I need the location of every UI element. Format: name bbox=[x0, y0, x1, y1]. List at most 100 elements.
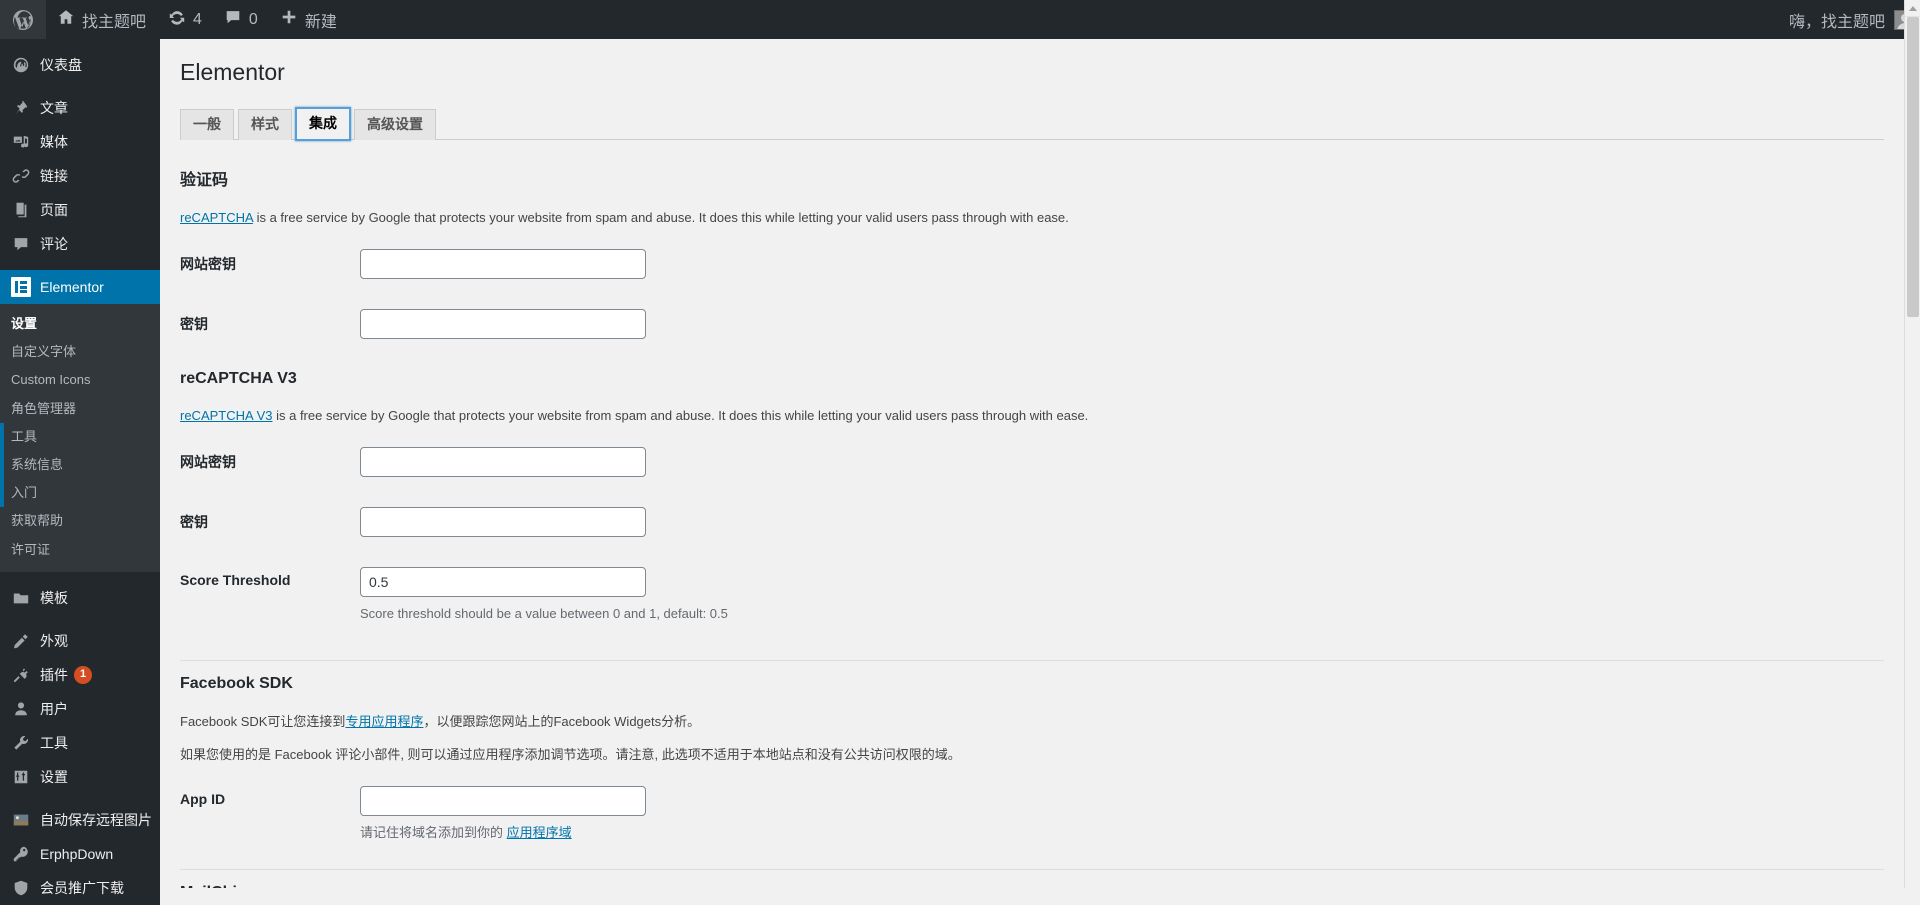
sidebar-item-plugins[interactable]: 插件 1 bbox=[0, 658, 160, 692]
settings-tabs: 一般 样式 集成 高级设置 bbox=[180, 106, 1884, 140]
table-row: 密钥 bbox=[180, 492, 1884, 552]
sidebar-item-pages[interactable]: 页面 bbox=[0, 193, 160, 227]
sidebar-item-dashboard[interactable]: 仪表盘 bbox=[0, 48, 160, 82]
folder-icon bbox=[11, 588, 31, 608]
recaptcha-secret-key-cell bbox=[360, 294, 1884, 354]
submenu-item-custom-fonts[interactable]: 自定义字体 bbox=[0, 338, 160, 366]
recaptcha-title: 验证码 bbox=[180, 158, 1884, 192]
sidebar-item-comments[interactable]: 评论 bbox=[0, 227, 160, 261]
sidebar-item-elementor[interactable]: Elementor bbox=[0, 270, 160, 304]
plugins-icon bbox=[11, 665, 31, 685]
submenu-item-settings[interactable]: 设置 bbox=[0, 310, 160, 338]
pin-icon bbox=[11, 98, 31, 118]
sidebar-item-templates[interactable]: 模板 bbox=[0, 581, 160, 615]
app-id-desc-pre: 请记住将域名添加到你的 bbox=[360, 825, 507, 840]
updates-count: 4 bbox=[193, 11, 202, 29]
sidebar-item-auto-save-remote-images[interactable]: 自动保存远程图片 bbox=[0, 803, 160, 837]
menu-separator bbox=[0, 82, 160, 91]
scrollbar-up-arrow[interactable] bbox=[1905, 0, 1920, 17]
comments-menu[interactable]: 0 bbox=[213, 0, 269, 39]
tab-integrations[interactable]: 集成 bbox=[296, 108, 350, 140]
updates-menu[interactable]: 4 bbox=[157, 0, 213, 39]
score-threshold-input[interactable] bbox=[360, 567, 646, 597]
sidebar-item-users[interactable]: 用户 bbox=[0, 692, 160, 726]
app-id-input[interactable] bbox=[360, 786, 646, 816]
recaptcha-form-table: 网站密钥 密钥 bbox=[180, 234, 1884, 354]
site-name-menu[interactable]: 找主题吧 bbox=[46, 0, 157, 39]
recaptcha-secret-key-label: 密钥 bbox=[180, 294, 360, 354]
sidebar-item-links[interactable]: 链接 bbox=[0, 159, 160, 193]
comment-icon bbox=[11, 234, 31, 254]
menu-top-spacer bbox=[0, 39, 160, 48]
link-icon bbox=[11, 166, 31, 186]
dashboard-icon bbox=[11, 55, 31, 75]
facebook-sdk-form-table: App ID 请记住将域名添加到你的 应用程序域 bbox=[180, 771, 1884, 858]
recaptcha-v3-site-key-cell bbox=[360, 432, 1884, 492]
page-icon bbox=[11, 200, 31, 220]
media-icon bbox=[11, 132, 31, 152]
comments-count: 0 bbox=[249, 11, 258, 29]
recaptcha-link[interactable]: reCAPTCHA bbox=[180, 210, 253, 225]
key-icon bbox=[11, 844, 31, 864]
admin-bar: 找主题吧 4 0 新建 嗨，找主题吧 bbox=[0, 0, 1920, 39]
section-recaptcha: 验证码 reCAPTCHA is a free service by Googl… bbox=[180, 140, 1884, 354]
submenu-item-get-started[interactable]: 入门 bbox=[0, 479, 160, 507]
sidebar-item-settings[interactable]: 设置 bbox=[0, 760, 160, 794]
recaptcha-v3-link[interactable]: reCAPTCHA V3 bbox=[180, 408, 272, 423]
recaptcha-v3-site-key-label: 网站密钥 bbox=[180, 432, 360, 492]
scrollbar-thumb[interactable] bbox=[1907, 17, 1919, 317]
recaptcha-v3-site-key-input[interactable] bbox=[360, 447, 646, 477]
site-name-label: 找主题吧 bbox=[82, 8, 146, 32]
dedicated-app-link[interactable]: 专用应用程序 bbox=[345, 714, 423, 729]
submenu-item-license[interactable]: 许可证 bbox=[0, 536, 160, 564]
facebook-sdk-desc1-post: ，以便跟踪您网站上的Facebook Widgets分析。 bbox=[423, 714, 700, 729]
sidebar-item-media[interactable]: 媒体 bbox=[0, 125, 160, 159]
section-recaptcha-v3: reCAPTCHA V3 reCAPTCHA V3 is a free serv… bbox=[180, 354, 1884, 638]
recaptcha-secret-key-input[interactable] bbox=[360, 309, 646, 339]
sidebar-item-label: 用户 bbox=[40, 702, 68, 716]
sidebar-item-label: 工具 bbox=[40, 736, 68, 750]
admin-sidebar-menu: 仪表盘 文章 媒体 链接 页面 评论 bbox=[0, 39, 160, 905]
app-id-description: 请记住将域名添加到你的 应用程序域 bbox=[360, 823, 1874, 843]
score-threshold-cell: Score threshold should be a value betwee… bbox=[360, 552, 1884, 639]
recaptcha-v3-secret-key-label: 密钥 bbox=[180, 492, 360, 552]
submenu-item-custom-icons[interactable]: Custom Icons bbox=[0, 366, 160, 394]
image-icon bbox=[11, 810, 31, 830]
recaptcha-v3-secret-key-input[interactable] bbox=[360, 507, 646, 537]
wordpress-logo-icon bbox=[11, 8, 35, 32]
facebook-sdk-description-1: Facebook SDK可让您连接到专用应用程序，以便跟踪您网站上的Facebo… bbox=[180, 712, 1884, 732]
sidebar-item-label: 链接 bbox=[40, 169, 68, 183]
submenu-item-tools[interactable]: 工具 bbox=[0, 423, 160, 451]
submenu-item-get-help[interactable]: 获取帮助 bbox=[0, 507, 160, 535]
sidebar-item-appearance[interactable]: 外观 bbox=[0, 624, 160, 658]
table-row: 网站密钥 bbox=[180, 432, 1884, 492]
main-content: Elementor 一般 样式 集成 高级设置 验证码 reCAPTCHA is… bbox=[160, 39, 1904, 888]
sidebar-item-label: 模板 bbox=[40, 591, 68, 605]
new-content-menu[interactable]: 新建 bbox=[269, 0, 348, 39]
tab-style[interactable]: 样式 bbox=[238, 109, 292, 140]
tab-advanced[interactable]: 高级设置 bbox=[354, 109, 436, 140]
sidebar-item-tools[interactable]: 工具 bbox=[0, 726, 160, 760]
sidebar-item-erphpdown[interactable]: ErphpDown bbox=[0, 837, 160, 871]
sidebar-item-label: 仪表盘 bbox=[40, 58, 82, 72]
recaptcha-site-key-cell bbox=[360, 234, 1884, 294]
recaptcha-v3-secret-key-cell bbox=[360, 492, 1884, 552]
elementor-submenu: 设置 自定义字体 Custom Icons 角色管理器 工具 系统信息 入门 获… bbox=[0, 304, 160, 572]
table-row: App ID 请记住将域名添加到你的 应用程序域 bbox=[180, 771, 1884, 858]
menu-separator bbox=[0, 261, 160, 270]
facebook-sdk-desc1-pre: Facebook SDK可让您连接到 bbox=[180, 714, 345, 729]
tab-general[interactable]: 一般 bbox=[180, 109, 234, 140]
facebook-sdk-description-2: 如果您使用的是 Facebook 评论小部件, 则可以通过应用程序添加调节选项。… bbox=[180, 745, 1884, 765]
submenu-item-role-manager[interactable]: 角色管理器 bbox=[0, 395, 160, 423]
my-account-menu[interactable]: 嗨，找主题吧 bbox=[1778, 0, 1920, 39]
recaptcha-site-key-label: 网站密钥 bbox=[180, 234, 360, 294]
app-domains-link[interactable]: 应用程序域 bbox=[507, 825, 572, 840]
wordpress-logo-menu[interactable] bbox=[0, 0, 46, 39]
submenu-item-system-info[interactable]: 系统信息 bbox=[0, 451, 160, 479]
recaptcha-site-key-input[interactable] bbox=[360, 249, 646, 279]
elementor-icon bbox=[11, 277, 31, 297]
page-scrollbar[interactable] bbox=[1904, 0, 1920, 888]
sidebar-item-label: 设置 bbox=[40, 770, 68, 784]
sidebar-item-posts[interactable]: 文章 bbox=[0, 91, 160, 125]
score-threshold-label: Score Threshold bbox=[180, 552, 360, 639]
